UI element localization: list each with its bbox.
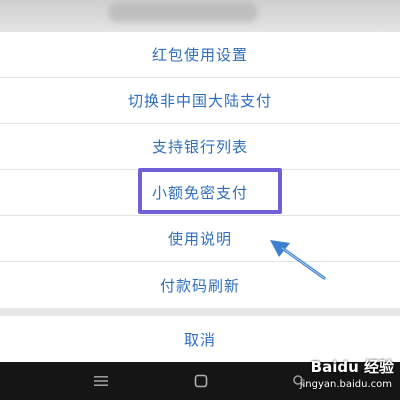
- cancel-separator: [0, 308, 400, 316]
- highlight-box: [138, 168, 282, 214]
- baidu-jingyan-watermark: Baidu 经验 jingyan.baidu.com: [282, 354, 398, 398]
- menu-item-refresh-payment-code[interactable]: 付款码刷新: [0, 262, 400, 308]
- home-square-icon[interactable]: [190, 371, 212, 391]
- blurred-header-text: [108, 2, 258, 22]
- dimmed-background: [0, 0, 400, 32]
- menu-item-red-packet-settings[interactable]: 红包使用设置: [0, 32, 400, 78]
- watermark-site: jingyan.baidu.com: [299, 379, 392, 390]
- pointer-arrow-icon: [270, 240, 326, 280]
- menu-item-switch-non-mainland-payment[interactable]: 切换非中国大陆支付: [0, 78, 400, 124]
- menu-lines-icon[interactable]: [90, 371, 112, 391]
- watermark-brand: Baidu 经验: [310, 358, 394, 376]
- menu-item-supported-banks[interactable]: 支持银行列表: [0, 124, 400, 170]
- menu-item-instructions[interactable]: 使用说明: [0, 216, 400, 262]
